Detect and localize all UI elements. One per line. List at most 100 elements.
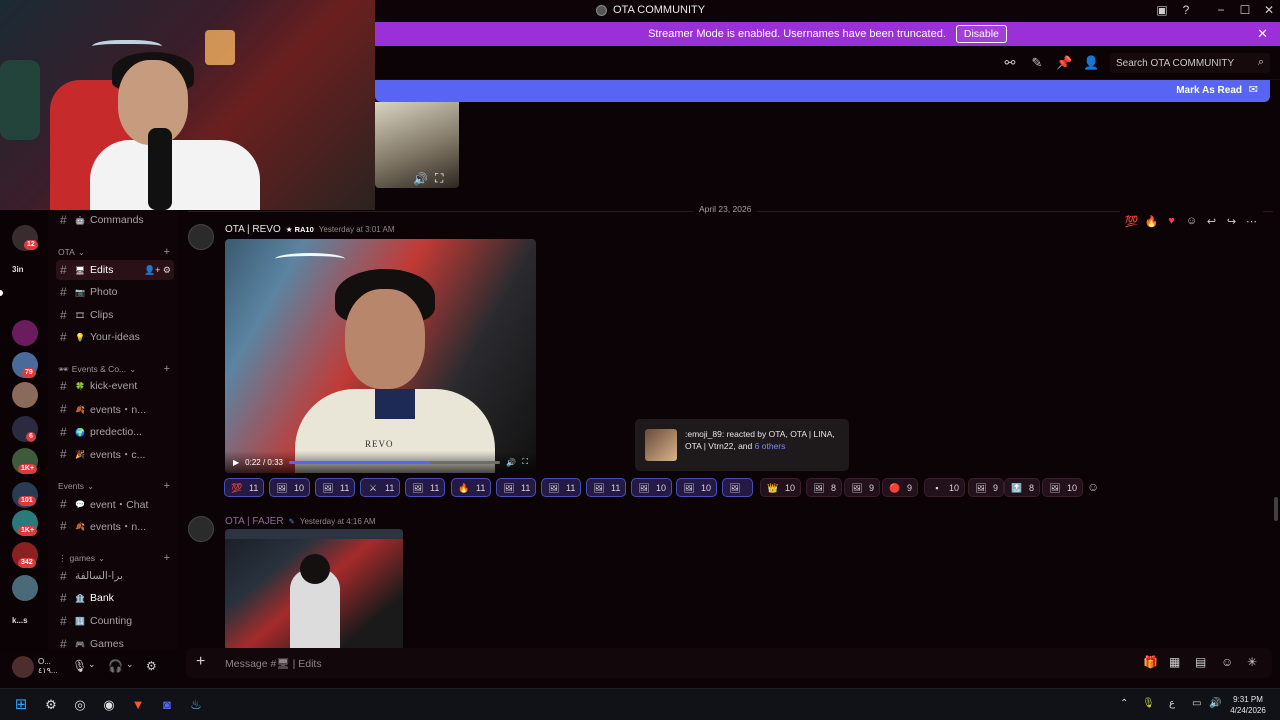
settings-app-icon[interactable]: ⚙	[42, 696, 60, 714]
emoji-picker-icon[interactable]: ☺	[1221, 655, 1233, 669]
reaction-chip[interactable]: 🖼 9	[844, 478, 881, 497]
minimize-button[interactable]: −	[1213, 3, 1229, 17]
tooltip-others-link[interactable]: 6 others	[755, 441, 786, 451]
reaction-chip[interactable]: 🔴 9	[882, 478, 919, 497]
previous-video-attachment[interactable]: 🔊 ⛶	[375, 102, 459, 188]
apps-icon[interactable]: ✳	[1247, 655, 1257, 669]
channel-bank[interactable]: # 🏦 Bank	[56, 588, 174, 608]
add-reaction-icon[interactable]: ☺	[1184, 215, 1199, 227]
forward-icon[interactable]: ↪	[1224, 215, 1239, 228]
reply-icon[interactable]: ↩	[1204, 215, 1219, 228]
volume-icon[interactable]: 🔊	[506, 458, 516, 467]
reaction-chip[interactable]: 🖼 10	[1042, 478, 1084, 497]
notification-bell-icon[interactable]: ✎	[1029, 55, 1045, 71]
language-indicator[interactable]: ع	[1169, 698, 1175, 709]
fullscreen-icon[interactable]: ⛶	[522, 457, 528, 467]
inbox-icon[interactable]: ▣	[1154, 3, 1170, 17]
server-icon[interactable]	[12, 320, 38, 346]
mark-as-read-button[interactable]: Mark As Read	[1176, 85, 1242, 96]
category-events[interactable]: Events ⌄ +	[58, 480, 170, 492]
server-text-icon[interactable]: 3in	[12, 265, 24, 274]
gift-icon[interactable]: 🎁	[1143, 655, 1158, 669]
reaction-chip[interactable]: 🖼 10	[631, 478, 673, 497]
tray-chevron-icon[interactable]: ⌃	[1120, 698, 1128, 709]
channel-events-n2[interactable]: # 🍂 events・n...	[56, 516, 174, 536]
channel-arabic[interactable]: # برا-السالفة	[56, 566, 174, 586]
gear-icon[interactable]: ⚙	[146, 659, 157, 673]
reaction-chip[interactable]: 🖼 10	[676, 478, 718, 497]
add-attachment-icon[interactable]: +	[196, 653, 205, 671]
add-channel-icon[interactable]: +	[164, 552, 170, 564]
reaction-chip[interactable]: 👑 10	[760, 478, 802, 497]
channel-prediction[interactable]: # 🌍 predectio...	[56, 422, 174, 442]
maximize-button[interactable]: ☐	[1237, 3, 1253, 17]
message-composer[interactable]: + Message #🖥 | Edits 🎁 ▦ ▤ ☺ ✳	[186, 648, 1272, 678]
help-icon[interactable]: ?	[1178, 3, 1194, 17]
clock[interactable]: 9:31 PM 4/24/2026	[1227, 694, 1269, 716]
play-icon[interactable]: ▶	[233, 458, 239, 467]
reaction-chip[interactable]: ⚔ 11	[360, 478, 401, 497]
user-name[interactable]: O... ٤١٩...	[38, 657, 58, 675]
new-messages-bar[interactable]: Mark As Read ✉	[375, 80, 1270, 102]
reaction-chip[interactable]: 🖼 8	[806, 478, 843, 497]
server-icon[interactable]	[12, 575, 38, 601]
reaction-chip[interactable]: 💯 11	[224, 478, 265, 497]
avatar[interactable]	[188, 516, 214, 542]
app-icon[interactable]: ◎	[71, 696, 89, 714]
reaction-chip[interactable]: 🖼 11	[405, 478, 446, 497]
member-list-icon[interactable]: 👤	[1083, 55, 1099, 71]
start-menu-icon[interactable]: ⊞	[12, 696, 30, 714]
app-icon[interactable]: ◉	[100, 696, 118, 714]
avatar[interactable]	[188, 224, 214, 250]
close-window-button[interactable]: ✕	[1261, 3, 1277, 17]
headphones-icon[interactable]: 🎧	[108, 659, 123, 673]
close-banner-icon[interactable]: ✕	[1257, 26, 1268, 42]
invite-settings-icons[interactable]: 👤+ ⚙	[144, 265, 174, 276]
reaction-chip[interactable]: 🖼	[722, 478, 753, 497]
add-channel-icon[interactable]: +	[164, 363, 170, 375]
reaction-100-icon[interactable]: 💯	[1124, 215, 1139, 228]
add-channel-icon[interactable]: +	[164, 480, 170, 492]
fullscreen-icon[interactable]: ⛶	[435, 171, 443, 186]
disable-streamer-button[interactable]: Disable	[955, 25, 1007, 43]
add-channel-icon[interactable]: +	[164, 246, 170, 258]
add-reaction-icon[interactable]: ☺	[1087, 480, 1099, 494]
reaction-chip[interactable]: 🖼 11	[586, 478, 627, 497]
chevron-down-icon[interactable]: ⌄	[126, 659, 134, 670]
author-name[interactable]: OTA | REVO	[225, 224, 281, 235]
avatar[interactable]	[12, 656, 34, 678]
channel-commands[interactable]: # 🤖 Commands	[56, 210, 174, 230]
author-name[interactable]: OTA | FAJER	[225, 516, 284, 527]
reaction-chip[interactable]: 🔝 8	[1004, 478, 1041, 497]
volume-icon[interactable]: 🔊	[413, 172, 428, 186]
reaction-chip[interactable]: 🖼 9	[968, 478, 1005, 497]
scrollbar-thumb[interactable]	[1274, 497, 1278, 521]
reaction-chip[interactable]: 🖼 10	[269, 478, 311, 497]
brave-browser-icon[interactable]: ▼	[129, 696, 147, 714]
threads-icon[interactable]: ⚯	[1002, 55, 1018, 71]
pin-icon[interactable]: 📌	[1056, 55, 1072, 71]
server-text-icon[interactable]: k...s	[12, 616, 28, 625]
tray-microphone-icon[interactable]: 🎙	[1142, 698, 1155, 709]
channel-event-chat[interactable]: # 💬 event・Chat	[56, 494, 174, 514]
channel-games[interactable]: # 🎮 Games	[56, 634, 174, 650]
reaction-chip[interactable]: ▪ 10	[924, 478, 966, 497]
category-ota[interactable]: OTA ⌄ +	[58, 246, 170, 258]
volume-icon[interactable]: 🔊	[1209, 698, 1221, 709]
video-attachment[interactable]: REVO ▶ 0:22 / 0:33 🔊 ⛶	[225, 239, 536, 473]
video-attachment[interactable]	[225, 529, 403, 650]
network-icon[interactable]: ▭	[1192, 698, 1201, 709]
category-games[interactable]: ⋮ games ⌄ +	[58, 552, 170, 564]
channel-events-c[interactable]: # 🎉 events・c...	[56, 444, 174, 464]
channel-kick-event[interactable]: # 🍀 kick-event	[56, 376, 174, 396]
search-input[interactable]: Search OTA COMMUNITY ⌕	[1110, 53, 1270, 73]
channel-counting[interactable]: # 🔢 Counting	[56, 611, 174, 631]
sticker-icon[interactable]: ▤	[1195, 655, 1206, 669]
gif-icon[interactable]: ▦	[1169, 655, 1180, 669]
microphone-icon[interactable]: 🎙	[72, 659, 87, 673]
more-options-icon[interactable]: ⋯	[1244, 215, 1259, 228]
video-progress-bar[interactable]	[288, 460, 501, 464]
reaction-chip[interactable]: 🖼 11	[541, 478, 582, 497]
channel-edits[interactable]: # 🖥 Edits 👤+ ⚙	[56, 260, 174, 280]
channel-your-ideas[interactable]: # 💡 Your-ideas	[56, 327, 174, 347]
